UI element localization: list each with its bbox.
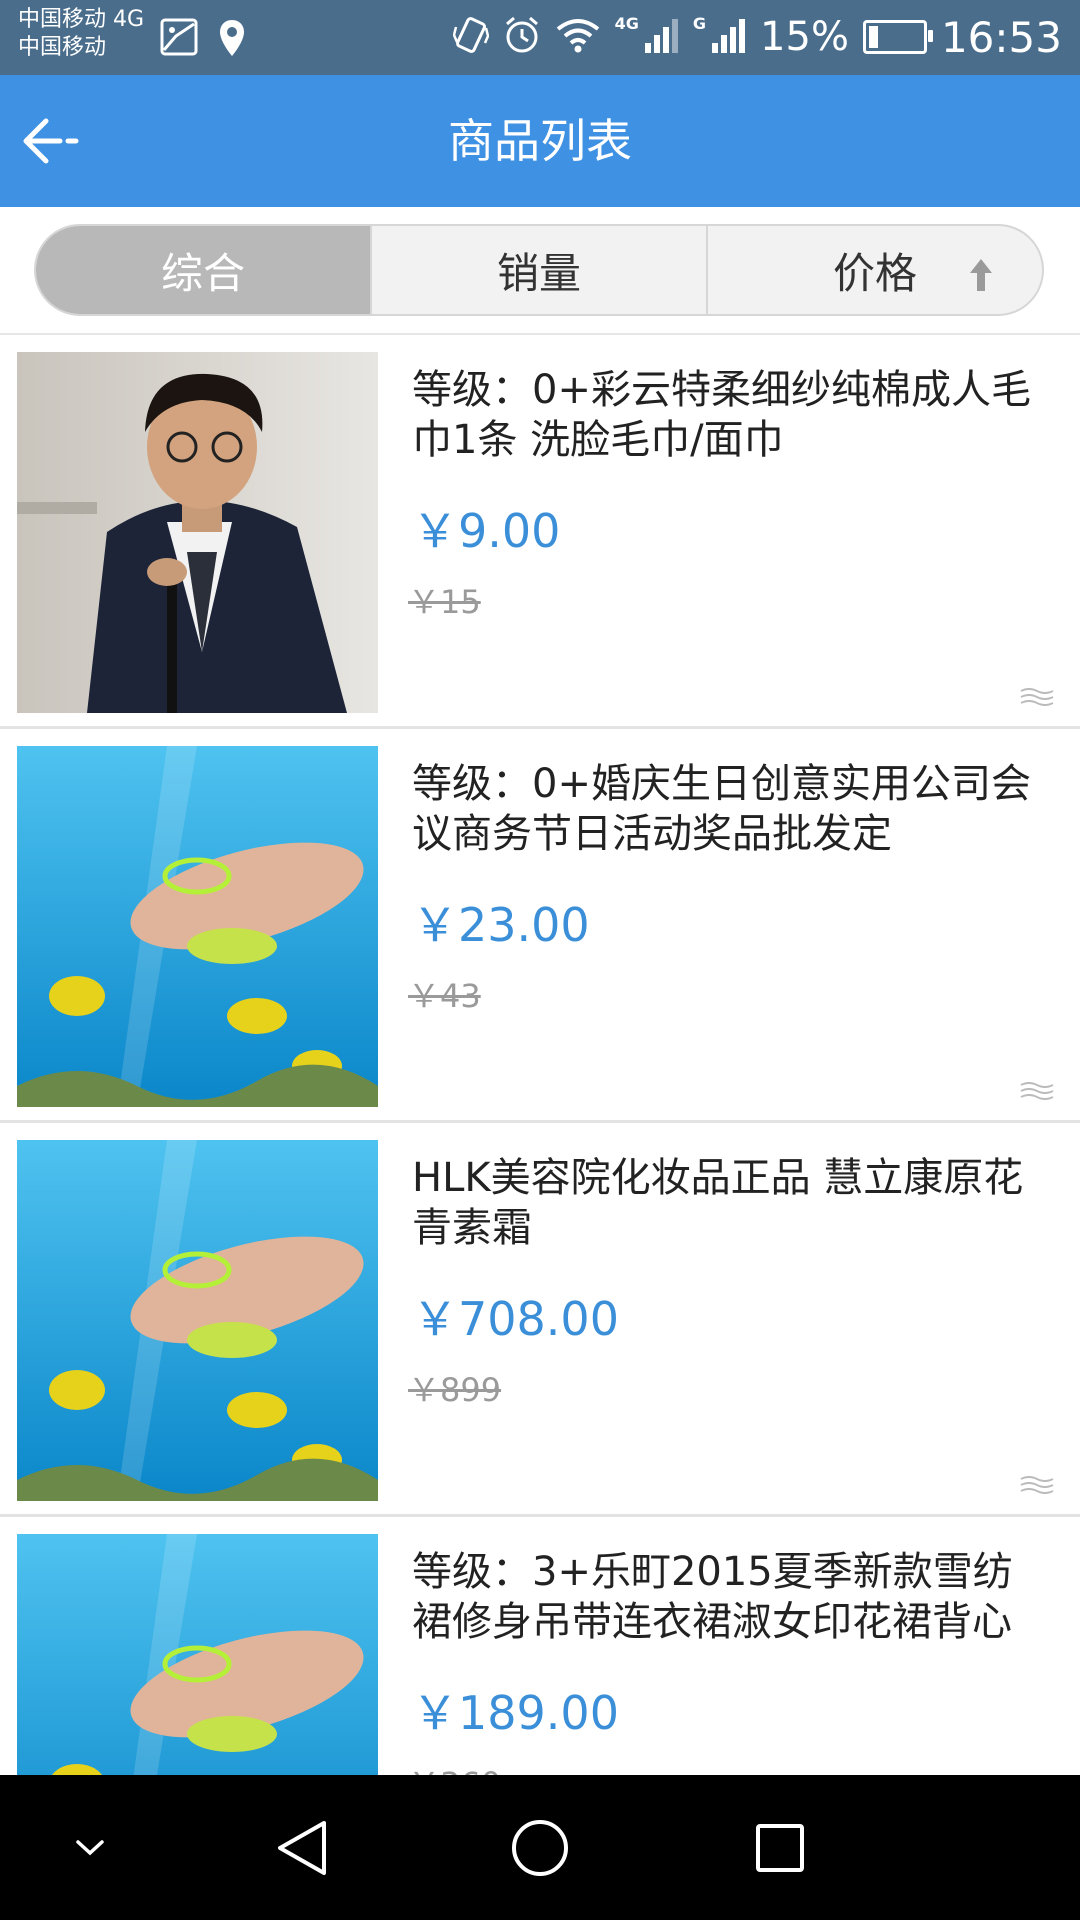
product-name: HLK美容院化妆品正品 慧立康原花青素霜 [412, 1155, 1024, 1251]
sort-tabs: 综合 销量 价格 [34, 224, 1044, 316]
wifi-icon [555, 17, 601, 57]
status-bar: 中国移动 4G 中国移动 4G G 15% 16:53 [0, 0, 1080, 75]
product-price: ￥23.00 [412, 898, 590, 952]
signal-icon [710, 15, 746, 59]
original-price: ￥899 [408, 1371, 502, 1409]
app-bar: 商品列表 [0, 75, 1080, 207]
carrier-info: 中国移动 4G 中国移动 [18, 6, 144, 62]
more-icon[interactable] [1020, 687, 1054, 711]
home-circle-icon[interactable] [500, 1775, 580, 1920]
product-name: 等级：0+婚庆生日创意实用公司会议商务节日活动奖品批发定 [412, 761, 1031, 857]
list-item[interactable]: 等级：0+婚庆生日创意实用公司会议商务节日活动奖品批发定 ￥23.00 ￥43 [0, 729, 1080, 1123]
location-icon [218, 18, 246, 62]
tab-price[interactable]: 价格 [706, 226, 1042, 314]
more-icon[interactable] [1020, 1081, 1054, 1105]
product-image [17, 746, 378, 1107]
tab-label: 销量 [496, 248, 581, 298]
product-price: ￥189.00 [412, 1686, 619, 1740]
product-image [17, 352, 378, 713]
status-right-group: 4G G 15% 16:53 [452, 12, 1062, 62]
battery-icon [862, 20, 933, 54]
original-price: ￥360 [408, 1759, 501, 1775]
alarm-icon [503, 15, 541, 59]
product-price: ￥708.00 [412, 1292, 619, 1346]
list-item[interactable]: 等级：0+彩云特柔细纱纯棉成人毛巾1条 洗脸毛巾/面巾 ￥9.00 ￥15 [0, 335, 1080, 729]
battery-percent: 15% [760, 14, 849, 60]
product-name: 等级：0+彩云特柔细纱纯棉成人毛巾1条 洗脸毛巾/面巾 [412, 367, 1031, 463]
signal-icon [643, 15, 679, 59]
list-item[interactable]: HLK美容院化妆品正品 慧立康原花青素霜 ￥708.00 ￥899 [0, 1123, 1080, 1517]
product-image [17, 1140, 378, 1501]
tab-comprehensive[interactable]: 综合 [36, 226, 370, 314]
original-price: ￥15 [408, 583, 481, 621]
network-type-2: G [692, 13, 707, 33]
product-list[interactable]: 等级：0+彩云特柔细纱纯棉成人毛巾1条 洗脸毛巾/面巾 ￥9.00 ￥15 等级… [0, 335, 1080, 1775]
list-item[interactable]: 等级：3+乐町2015夏季新款雪纺裙修身吊带连衣裙淑女印花裙背心 ￥189.00… [0, 1517, 1080, 1775]
tab-label: 综合 [160, 248, 245, 298]
navigation-bar [0, 1775, 1080, 1920]
product-price: ￥9.00 [412, 504, 561, 558]
product-image [17, 1534, 378, 1775]
carrier-line-2: 中国移动 [18, 35, 107, 60]
original-price: ￥43 [408, 977, 481, 1015]
image-icon [160, 18, 198, 60]
more-icon[interactable] [1020, 1475, 1054, 1499]
tab-label: 价格 [832, 248, 917, 298]
sort-up-arrow-icon [968, 254, 994, 303]
recents-square-icon[interactable] [740, 1775, 820, 1920]
product-name: 等级：3+乐町2015夏季新款雪纺裙修身吊带连衣裙淑女印花裙背心 [412, 1549, 1013, 1645]
tab-sales[interactable]: 销量 [370, 226, 706, 314]
vibrate-icon [452, 15, 489, 59]
page-title: 商品列表 [448, 114, 632, 168]
network-type-1: 4G [614, 13, 639, 33]
carrier-line-1: 中国移动 4G [18, 7, 145, 32]
back-triangle-icon[interactable] [262, 1775, 342, 1920]
chevron-down-icon[interactable] [60, 1775, 120, 1920]
clock: 16:53 [940, 12, 1062, 62]
